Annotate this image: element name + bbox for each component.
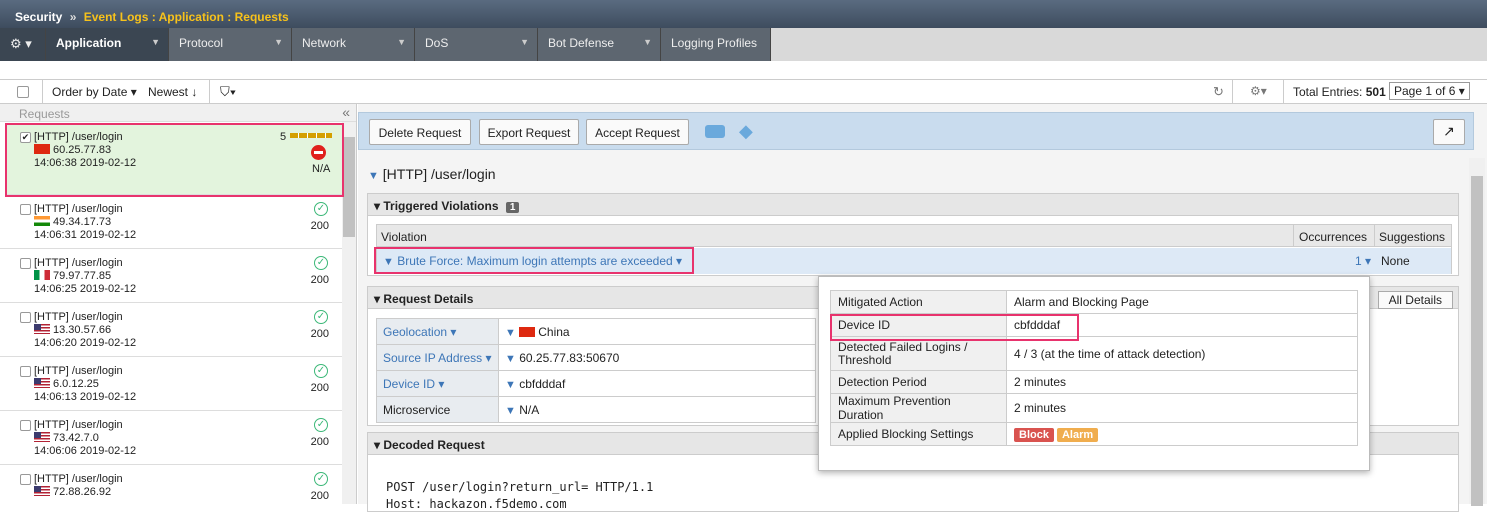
table-row: Detection Period 2 minutes (830, 370, 1358, 394)
list-toolbar: Order by Date ▾ Newest ↓ ⛉▾ ↻ ⚙▾ Total E… (0, 79, 1487, 104)
table-row: Detected Failed Logins / Threshold 4 / 3 … (830, 336, 1358, 371)
list-item[interactable]: [HTTP] /user/login 13.30.57.66 14:06:20 … (0, 303, 342, 357)
risk-score: 5 (280, 131, 287, 143)
table-row: Applied Blocking Settings Block Alarm (830, 422, 1358, 446)
section-header[interactable]: ▾ Triggered Violations 1 (368, 194, 1458, 216)
tab-logging-profiles[interactable]: Logging Profiles (661, 28, 771, 61)
chevron-down-icon: ▼ (643, 37, 652, 47)
breadcrumb-separator: » (69, 10, 77, 24)
tab-protocol[interactable]: Protocol ▼ (169, 28, 292, 61)
request-details-table: Geolocation ▾ ▼ China Source IP Address ▾… (376, 318, 816, 423)
check-circle-icon: ✓ (314, 310, 328, 324)
action-bar: Delete Request Export Request Accept Req… (358, 112, 1474, 150)
row-checkbox[interactable] (20, 366, 31, 377)
table-row: Mitigated Action Alarm and Blocking Page (830, 290, 1358, 314)
export-request-button[interactable]: Export Request (479, 119, 579, 145)
sort-newest-dropdown[interactable]: Newest ↓ (148, 85, 197, 99)
alarm-badge: Alarm (1056, 427, 1099, 442)
table-row: Device ID cbfdddaf (830, 313, 1358, 337)
chevron-down-icon: ▼ (520, 37, 529, 47)
blocked-icon (311, 145, 326, 160)
usa-flag-icon (34, 378, 50, 388)
tab-network[interactable]: Network ▼ (292, 28, 415, 61)
chevron-down-icon: ▼ (274, 37, 283, 47)
select-all-checkbox[interactable] (17, 86, 29, 98)
tab-dos[interactable]: DoS ▼ (415, 28, 538, 61)
filter-icon[interactable]: ▼ (368, 170, 379, 182)
collapse-icon[interactable]: « (342, 104, 350, 120)
requests-list-pane: Requests « ✔ [HTTP] /user/login 60.25.77… (0, 104, 357, 504)
comment-icon[interactable] (705, 125, 725, 138)
page-select[interactable]: Page 1 of 6 ▾ (1389, 82, 1470, 100)
violation-details-popup: Mitigated Action Alarm and Blocking Page … (818, 276, 1370, 471)
tabs: ⚙ ▾ Application ▼ Protocol ▼ Network ▼ DoS ▼… (0, 28, 771, 61)
breadcrumb-root[interactable]: Security (15, 10, 62, 24)
detail-title: ▼ [HTTP] /user/login (368, 166, 496, 182)
india-flag-icon (34, 216, 50, 226)
violation-link[interactable]: ▼ Brute Force: Maximum login attempts ar… (383, 254, 682, 268)
usa-flag-icon (34, 432, 50, 442)
check-circle-icon: ✓ (314, 202, 328, 216)
breadcrumb-current: Event Logs : Application : Requests (83, 10, 289, 24)
tab-bot-defense[interactable]: Bot Defense ▼ (538, 28, 661, 61)
all-details-button[interactable]: All Details (1377, 291, 1453, 309)
table-row: Microservice ▼ N/A (376, 396, 816, 423)
accept-request-button[interactable]: Accept Request (586, 119, 689, 145)
delete-request-button[interactable]: Delete Request (369, 119, 471, 145)
table-row: Source IP Address ▾ ▼ 60.25.77.83:50670 (376, 344, 816, 371)
settings-gear-icon[interactable]: ⚙▾ (1250, 84, 1267, 98)
list-item[interactable]: ✔ [HTTP] /user/login 60.25.77.83 14:06:3… (5, 123, 342, 195)
risk-meter (290, 133, 332, 138)
gear-menu-icon[interactable]: ⚙ ▾ (0, 28, 46, 61)
tag-icon[interactable]: ◆ (739, 122, 753, 140)
row-checkbox[interactable] (20, 420, 31, 431)
row-checkbox[interactable] (20, 312, 31, 323)
row-checkbox[interactable] (20, 474, 31, 485)
row-checkbox[interactable] (20, 258, 31, 269)
violations-table: Violation Occurrences Suggestions ▼ Brut… (376, 224, 1452, 274)
italy-flag-icon (34, 270, 50, 280)
china-flag-icon (519, 326, 536, 337)
row-checkbox[interactable]: ✔ (20, 132, 31, 143)
open-external-icon[interactable]: ↗ (1433, 119, 1465, 145)
check-circle-icon: ✓ (314, 472, 328, 486)
detail-scrollbar[interactable] (1469, 158, 1485, 506)
chevron-down-icon: ▼ (397, 37, 406, 47)
requests-header: Requests « (0, 104, 356, 122)
tab-bar: ⚙ ▾ Application ▼ Protocol ▼ Network ▼ DoS ▼… (0, 28, 1487, 61)
usa-flag-icon (34, 324, 50, 334)
popup-table: Mitigated Action Alarm and Blocking Page … (830, 290, 1358, 446)
chevron-down-icon: ▼ (151, 37, 160, 47)
usa-flag-icon (34, 486, 50, 496)
list-item[interactable]: [HTTP] /user/login 6.0.12.25 14:06:13 20… (0, 357, 342, 411)
refresh-icon[interactable]: ↻ (1213, 84, 1224, 100)
filter-icon[interactable]: ⛉▾ (220, 84, 236, 100)
total-entries: Total Entries: 501 (1293, 85, 1386, 99)
list-item[interactable]: [HTTP] /user/login 49.34.17.73 14:06:31 … (0, 195, 342, 249)
check-circle-icon: ✓ (314, 418, 328, 432)
table-row: Geolocation ▾ ▼ China (376, 318, 816, 345)
table-row: Maximum Prevention Duration 2 minutes (830, 393, 1358, 423)
china-flag-icon (34, 144, 50, 154)
list-item[interactable]: [HTTP] /user/login 79.97.77.85 14:06:25 … (0, 249, 342, 303)
list-scrollbar[interactable] (342, 122, 356, 504)
table-row: Device ID ▾ ▼ cbfdddaf (376, 370, 816, 397)
order-by-dropdown[interactable]: Order by Date ▾ (52, 85, 137, 99)
tab-application[interactable]: Application ▼ (46, 28, 169, 61)
list-item[interactable]: [HTTP] /user/login 73.42.7.0 14:06:06 20… (0, 411, 342, 465)
row-checkbox[interactable] (20, 204, 31, 215)
check-circle-icon: ✓ (314, 364, 328, 378)
table-row[interactable]: ▼ Brute Force: Maximum login attempts ar… (377, 248, 1451, 274)
list-item[interactable]: [HTTP] /user/login 72.88.26.92 ✓ 200 (0, 465, 342, 504)
decoded-request-body: POST /user/login?return_url= HTTP/1.1 Ho… (386, 480, 654, 511)
breadcrumb: Security » Event Logs : Application : Re… (0, 0, 1487, 28)
triggered-violations-section: ▾ Triggered Violations 1 Violation Occur… (367, 193, 1459, 276)
check-circle-icon: ✓ (314, 256, 328, 270)
block-badge: Block (1014, 427, 1054, 442)
occurrences-value[interactable]: 1 ▾ (1355, 254, 1371, 268)
